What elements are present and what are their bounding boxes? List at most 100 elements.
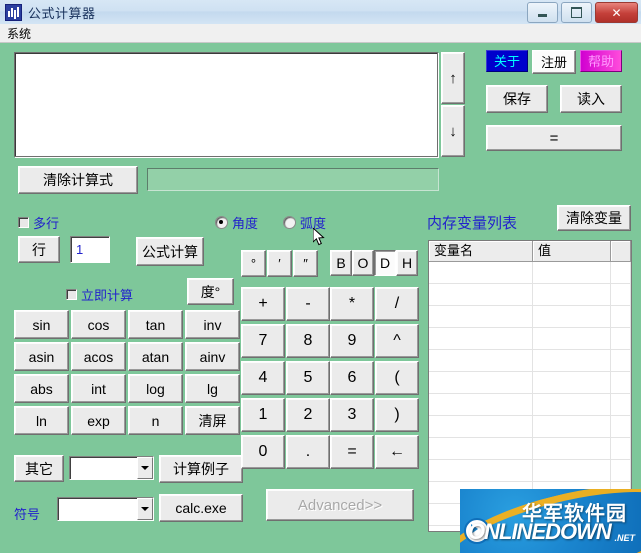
keypad-button-label: . (305, 443, 311, 460)
func-button-cos[interactable]: cos (71, 310, 126, 339)
keypad-button-digit-0[interactable]: 0 (241, 435, 285, 469)
keypad-button-digit-5[interactable]: 5 (286, 361, 330, 395)
maximize-button[interactable] (561, 2, 592, 23)
table-column-header[interactable]: 值 (533, 241, 611, 261)
table-row[interactable] (429, 306, 631, 328)
table-row[interactable] (429, 416, 631, 438)
close-button[interactable]: ✕ (595, 2, 638, 23)
chevron-down-icon[interactable] (137, 457, 153, 479)
other-combo[interactable] (69, 456, 154, 480)
table-cell (429, 306, 533, 327)
table-row[interactable] (429, 350, 631, 372)
keypad-button-multiply[interactable]: * (330, 287, 374, 321)
func-button-tan[interactable]: tan (128, 310, 183, 339)
minute-symbol-button[interactable]: ′ (267, 250, 292, 277)
keypad-button-close-paren[interactable]: ) (375, 398, 419, 432)
func-button-ln[interactable]: ln (14, 406, 69, 435)
keypad-button-digit-9[interactable]: 9 (330, 324, 374, 358)
row-number-input[interactable]: 1 (70, 236, 110, 263)
scroll-down-button[interactable]: ↓ (441, 105, 465, 157)
func-button-asin[interactable]: asin (14, 342, 69, 371)
func-button-n[interactable]: n (128, 406, 183, 435)
func-button-atan[interactable]: atan (128, 342, 183, 371)
table-cell (533, 372, 611, 393)
keypad-button-equals[interactable]: = (330, 435, 374, 469)
keypad-button-digit-8[interactable]: 8 (286, 324, 330, 358)
keypad-button-digit-6[interactable]: 6 (330, 361, 374, 395)
keypad-button-digit-2[interactable]: 2 (286, 398, 330, 432)
func-button-clear-screen[interactable]: 清屏 (185, 406, 240, 435)
instant-calc-label: 立即计算 (81, 288, 134, 303)
examples-button[interactable]: 计算例子 (159, 455, 243, 483)
func-button-inv[interactable]: inv (185, 310, 240, 339)
keypad-button-label: 3 (347, 406, 357, 423)
base-button-d[interactable]: D (374, 250, 396, 276)
table-column-header[interactable]: 变量名 (429, 241, 533, 261)
expression-textarea[interactable] (14, 52, 438, 157)
about-button[interactable]: 关于 (486, 50, 528, 72)
table-row[interactable] (429, 438, 631, 460)
clear-variables-button[interactable]: 清除变量 (557, 205, 631, 231)
func-button-int[interactable]: int (71, 374, 126, 403)
keypad-button-digit-1[interactable]: 1 (241, 398, 285, 432)
angle-radio[interactable]: 角度 (215, 213, 258, 232)
symbol-combo[interactable] (57, 497, 154, 521)
save-button[interactable]: 保存 (486, 85, 548, 113)
load-button[interactable]: 读入 (560, 85, 622, 113)
keypad-button-power[interactable]: ^ (375, 324, 419, 358)
func-button-ainv[interactable]: ainv (185, 342, 240, 371)
keypad-button-backspace[interactable]: ← (375, 435, 419, 469)
func-button-sin[interactable]: sin (14, 310, 69, 339)
table-cell (611, 372, 631, 393)
keypad-button-minus[interactable]: - (286, 287, 330, 321)
func-button-abs[interactable]: abs (14, 374, 69, 403)
keypad-button-digit-3[interactable]: 3 (330, 398, 374, 432)
second-symbol-button[interactable]: ″ (293, 250, 318, 277)
func-button-lg[interactable]: lg (185, 374, 240, 403)
row-button[interactable]: 行 (18, 236, 60, 263)
equals-button[interactable]: = (486, 125, 622, 151)
other-button[interactable]: 其它 (14, 455, 64, 482)
base-button-o[interactable]: O (352, 250, 374, 276)
register-button[interactable]: 注册 (532, 50, 576, 74)
func-button-exp[interactable]: exp (71, 406, 126, 435)
keypad-button-divide[interactable]: / (375, 287, 419, 321)
help-button[interactable]: 帮助 (580, 50, 622, 72)
result-display[interactable] (147, 168, 439, 191)
keypad-button-plus[interactable]: + (241, 287, 285, 321)
table-row[interactable] (429, 460, 631, 482)
func-button-label: ln (36, 412, 47, 429)
clear-formula-button[interactable]: 清除计算式 (18, 166, 138, 194)
minimize-button[interactable] (527, 2, 558, 23)
keypad-button-open-paren[interactable]: ( (375, 361, 419, 395)
base-button-h[interactable]: H (396, 250, 418, 276)
table-row[interactable] (429, 328, 631, 350)
base-button-b[interactable]: B (330, 250, 352, 276)
degree-symbol-button[interactable]: ° (241, 250, 266, 277)
table-row[interactable] (429, 372, 631, 394)
angle-label: 角度 (232, 216, 259, 231)
scroll-up-button[interactable]: ↑ (441, 52, 465, 104)
keypad-button-digit-7[interactable]: 7 (241, 324, 285, 358)
degree-button[interactable]: 度° (187, 278, 234, 305)
table-cell (611, 460, 631, 481)
table-row[interactable] (429, 262, 631, 284)
table-row[interactable] (429, 284, 631, 306)
func-button-acos[interactable]: acos (71, 342, 126, 371)
application-window: 公式计算器 ✕ 系统 ↑ ↓ 关于 注册 帮助 保存 读入 = 清除计算式 多行… (0, 0, 641, 553)
instant-calc-checkbox[interactable]: 立即计算 (66, 285, 133, 304)
menu-item-system[interactable]: 系统 (0, 24, 38, 43)
radio-icon (283, 216, 296, 229)
calc-exe-button[interactable]: calc.exe (159, 494, 243, 522)
multiline-checkbox[interactable]: 多行 (18, 213, 59, 232)
keypad-button-digit-4[interactable]: 4 (241, 361, 285, 395)
table-row[interactable] (429, 394, 631, 416)
func-button-log[interactable]: log (128, 374, 183, 403)
keypad-button-decimal[interactable]: . (286, 435, 330, 469)
advanced-button[interactable]: Advanced>> (266, 489, 414, 521)
help-label: 帮助 (587, 53, 614, 69)
table-column-header[interactable] (611, 241, 631, 261)
formula-calculate-button[interactable]: 公式计算 (136, 237, 204, 266)
chevron-down-icon[interactable] (137, 498, 153, 520)
radian-radio[interactable]: 弧度 (283, 213, 326, 232)
